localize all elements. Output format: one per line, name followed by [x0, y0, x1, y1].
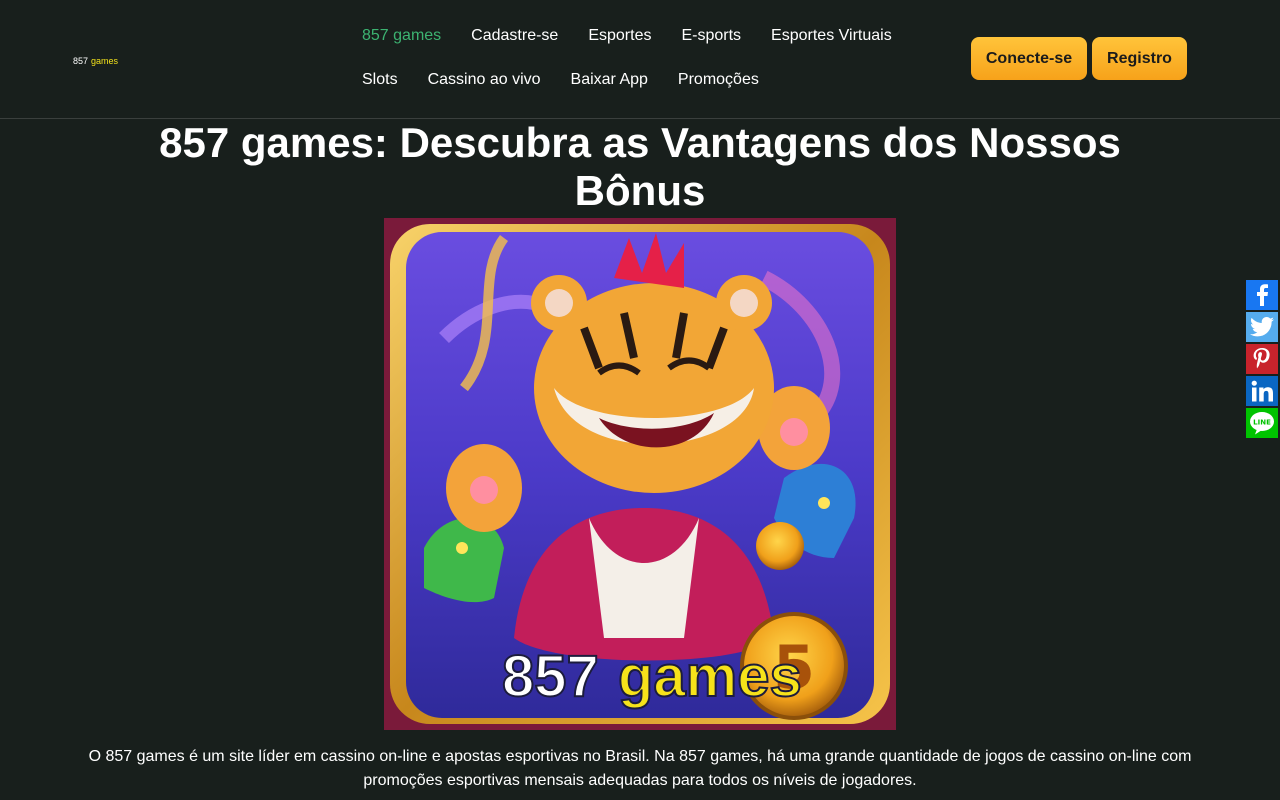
site-header: 857 games 857 games Cadastre-se Esportes … — [0, 0, 1280, 119]
share-linkedin-button[interactable] — [1246, 376, 1278, 406]
share-twitter-button[interactable] — [1246, 312, 1278, 342]
share-bar: LINE — [1246, 280, 1278, 440]
hero-image: 5 857 games — [384, 218, 896, 730]
nav-row-2: Slots Cassino ao vivo Baixar App Promoçõ… — [362, 68, 922, 112]
register-button[interactable]: Registro — [1092, 37, 1187, 80]
pinterest-icon — [1253, 348, 1270, 369]
page-title: 857 games: Descubra as Vantagens dos Nos… — [159, 119, 1121, 214]
logo-number: 857 — [73, 56, 89, 66]
auth-buttons: Conecte-se Registro — [971, 37, 1187, 80]
main-nav: 857 games Cadastre-se Esportes E-sports … — [362, 24, 922, 112]
nav-item-esportes[interactable]: Esportes — [588, 24, 651, 48]
svg-text:LINE: LINE — [1253, 419, 1271, 427]
hero-caption-number: 857 — [502, 644, 599, 709]
facebook-icon — [1257, 284, 1268, 306]
line-icon: LINE — [1250, 412, 1274, 435]
hero-caption-word: games — [618, 644, 802, 709]
share-line-button[interactable]: LINE — [1246, 408, 1278, 438]
nav-item-857-games[interactable]: 857 games — [362, 24, 441, 48]
twitter-icon — [1250, 317, 1274, 337]
share-facebook-button[interactable] — [1246, 280, 1278, 310]
nav-item-cadastre-se[interactable]: Cadastre-se — [471, 24, 558, 48]
logo-word: games — [91, 56, 119, 66]
nav-item-promocoes[interactable]: Promoções — [678, 68, 759, 92]
linkedin-icon — [1251, 380, 1273, 402]
intro-paragraph: O 857 games é um site líder em cassino o… — [88, 748, 1192, 789]
login-button[interactable]: Conecte-se — [971, 37, 1087, 80]
nav-item-baixar-app[interactable]: Baixar App — [571, 68, 648, 92]
nav-item-cassino-ao-vivo[interactable]: Cassino ao vivo — [428, 68, 541, 92]
nav-row-1: 857 games Cadastre-se Esportes E-sports … — [362, 24, 922, 68]
nav-item-e-sports[interactable]: E-sports — [681, 24, 741, 48]
nav-item-slots[interactable]: Slots — [362, 68, 398, 92]
nav-item-esportes-virtuais[interactable]: Esportes Virtuais — [771, 24, 892, 48]
site-logo[interactable]: 857 games — [73, 55, 118, 67]
share-pinterest-button[interactable] — [1246, 344, 1278, 374]
